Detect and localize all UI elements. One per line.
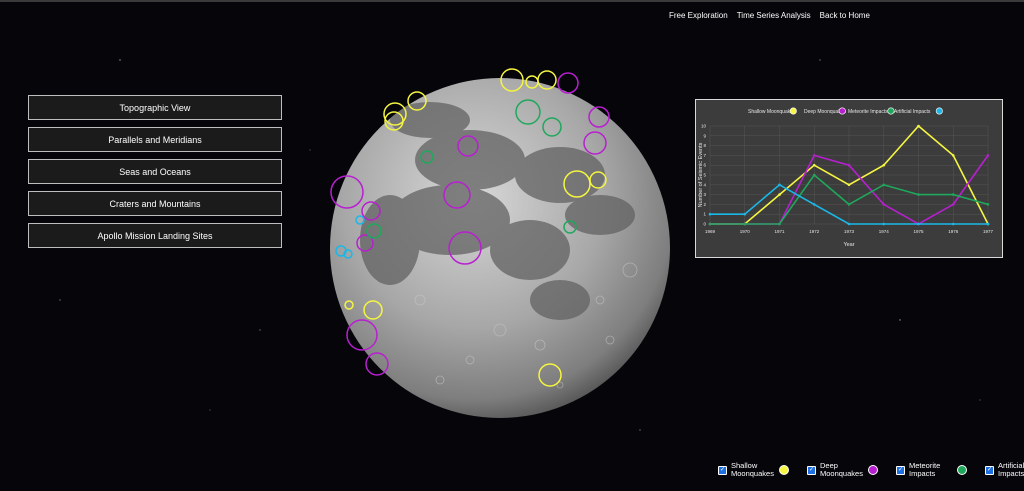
y-tick-label: 0	[703, 222, 706, 227]
x-tick-label: 1971	[774, 229, 785, 234]
series-point[interactable]	[708, 212, 712, 216]
chart-legend-dot[interactable]	[789, 107, 797, 115]
x-tick-label: 1975	[913, 229, 924, 234]
meteorite-color-dot	[957, 465, 967, 475]
series-point[interactable]	[812, 173, 816, 177]
x-tick-label: 1972	[809, 229, 820, 234]
series-point[interactable]	[847, 203, 851, 206]
x-tick-label: 1973	[844, 229, 855, 234]
series-point[interactable]	[917, 222, 920, 226]
seismic-marker-deep[interactable]	[557, 72, 579, 94]
x-tick-label: 1976	[948, 229, 959, 234]
seismic-chart-panel: Shallow Moonquakes Deep Moonquakes Meteori…	[695, 99, 1003, 258]
series-point[interactable]	[847, 183, 851, 187]
series-point[interactable]	[743, 212, 747, 216]
series-point[interactable]	[986, 154, 990, 157]
deep-color-dot	[868, 465, 878, 475]
x-tick-label: 1977	[983, 229, 994, 234]
series-point[interactable]	[951, 154, 955, 157]
series-point[interactable]	[882, 203, 886, 206]
artificial-legend-label: Artificial Impacts	[998, 461, 1024, 478]
series-point[interactable]	[917, 193, 920, 196]
series-point[interactable]	[917, 124, 920, 128]
series-point[interactable]	[951, 203, 955, 206]
seismic-line-chart: Shallow Moonquakes Deep Moonquakes Meteori…	[698, 107, 994, 248]
series-point[interactable]	[812, 163, 816, 167]
series-point[interactable]	[882, 222, 886, 226]
shallow-color-dot	[779, 465, 789, 475]
series-point[interactable]	[847, 222, 851, 226]
series-point[interactable]	[847, 163, 851, 167]
series-point[interactable]	[778, 183, 781, 187]
legend-meteorite[interactable]: ✓ Meteorite Impacts	[896, 462, 967, 478]
series-point[interactable]	[882, 183, 886, 187]
x-tick-label: 1969	[705, 229, 716, 234]
deep-legend-label: Deep Moonquakes	[820, 461, 863, 478]
y-tick-label: 10	[701, 124, 707, 129]
series-point[interactable]	[986, 222, 990, 226]
x-axis-label: Year	[843, 242, 854, 248]
x-tick-label: 1974	[879, 229, 890, 234]
artificial-checkbox[interactable]: ✓	[985, 465, 994, 475]
shallow-legend-label: Shallow Moonquakes	[731, 461, 774, 478]
y-tick-label: 9	[703, 133, 706, 138]
series-point[interactable]	[882, 163, 886, 167]
meteorite-checkbox[interactable]: ✓	[896, 465, 905, 475]
series-point[interactable]	[708, 222, 712, 226]
chart-legend-label: Shallow Moonquakes	[748, 109, 796, 115]
series-point[interactable]	[812, 154, 816, 157]
legend-deep[interactable]: ✓ Deep Moonquakes	[807, 462, 878, 478]
x-tick-label: 1970	[740, 229, 751, 234]
bottom-legend: ✓ Shallow Moonquakes ✓ Deep Moonquakes ✓…	[718, 462, 1024, 478]
chart-legend-label: Meteorite Impacts	[848, 109, 888, 115]
chart-legend-label: Artificial Impacts	[894, 109, 931, 115]
series-point[interactable]	[778, 193, 781, 196]
legend-shallow[interactable]: ✓ Shallow Moonquakes	[718, 462, 789, 478]
chart-legend-dot[interactable]	[838, 107, 846, 115]
series-point[interactable]	[986, 203, 990, 206]
series-point[interactable]	[951, 222, 955, 226]
y-tick-label: 1	[703, 212, 706, 217]
series-point[interactable]	[743, 222, 747, 226]
deep-checkbox[interactable]: ✓	[807, 465, 816, 475]
chart-legend-dot[interactable]	[935, 107, 943, 115]
meteorite-legend-label: Meteorite Impacts	[909, 461, 941, 478]
series-point[interactable]	[778, 222, 781, 226]
shallow-checkbox[interactable]: ✓	[718, 465, 727, 475]
legend-artificial[interactable]: ✓ Artificial Impacts	[985, 462, 1024, 478]
series-point[interactable]	[951, 193, 955, 196]
y-axis-label: Number of Seismic Events	[698, 142, 704, 207]
series-point[interactable]	[812, 203, 816, 206]
